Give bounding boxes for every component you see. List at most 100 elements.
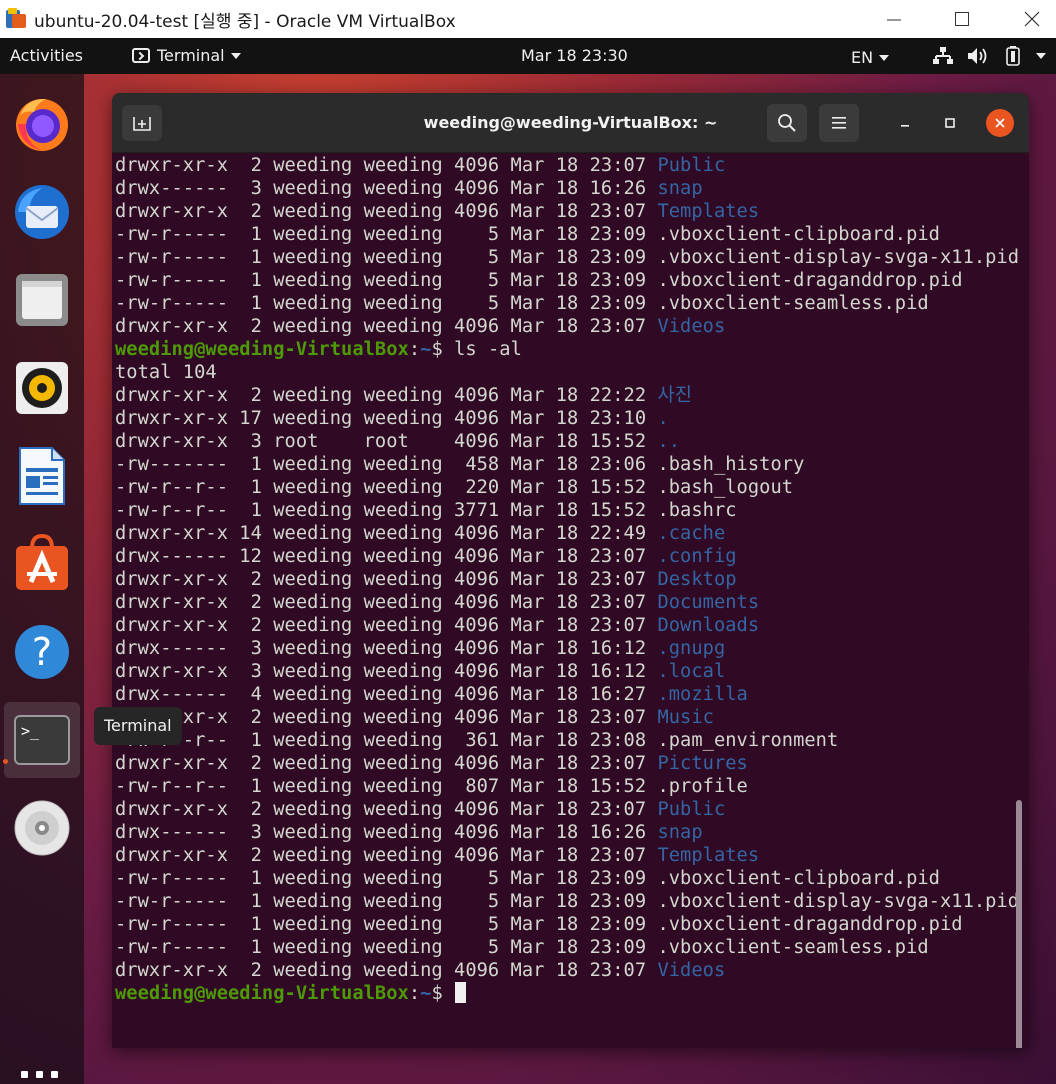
listing-dir-name: .config [657,546,737,567]
listing-attrs: drwxr-xr-x 2 weeding weeding 4096 Mar 18… [115,201,658,222]
listing-file-name: .vboxclient-seamless.pid [657,293,929,314]
listing-attrs: -rw-r----- 1 weeding weeding 5 Mar 18 23… [115,247,658,268]
listing-attrs: drwxr-xr-x 3 weeding weeding 4096 Mar 18… [115,661,658,682]
listing-attrs: drwxr-xr-x 17 weeding weeding 4096 Mar 1… [115,408,658,429]
terminal-icon: >_ [14,715,70,765]
listing-dir-name: .mozilla [657,684,748,705]
listing-dir-name: .local [657,661,726,682]
terminal-window[interactable]: weeding@weeding-VirtualBox: ~ drwxr-xr-x… [112,93,1029,1048]
prompt-line: weeding@weeding-VirtualBox:~$ [115,982,1019,1005]
dock-item-writer[interactable] [4,438,80,514]
listing-file-name: .vboxclient-display-svga-x11.pid [657,247,1020,268]
text-cursor [455,982,467,1003]
show-applications-button[interactable] [21,1071,61,1084]
listing-dir-name: Documents [657,592,760,613]
rhythmbox-icon [16,362,68,414]
listing-attrs: drwxr-xr-x 2 weeding weeding 4096 Mar 18… [115,960,658,981]
chevron-down-icon [230,52,241,59]
listing-attrs: drwxr-xr-x 2 weeding weeding 4096 Mar 18… [115,385,658,406]
listing-line: drwxr-xr-x 17 weeding weeding 4096 Mar 1… [115,407,1019,430]
volume-icon[interactable] [967,47,989,65]
listing-line: -rw-r----- 1 weeding weeding 5 Mar 18 23… [115,890,1019,913]
prompt-user: weeding@weeding-VirtualBox [115,339,409,360]
dock-item-rhythmbox[interactable] [4,350,80,426]
listing-line: drwxr-xr-x 14 weeding weeding 4096 Mar 1… [115,522,1019,545]
listing-line: drwxr-xr-x 3 weeding weeding 4096 Mar 18… [115,660,1019,683]
prompt-path: ~ [420,339,432,360]
chevron-down-icon [879,54,890,61]
files-icon [16,274,68,326]
search-button[interactable] [767,104,807,142]
svg-text:?: ? [32,630,52,674]
dock-item-terminal[interactable]: >_ [4,702,80,778]
listing-dir-name: Public [657,799,726,820]
listing-attrs: drwxr-xr-x 3 root root 4096 Mar 18 15:52 [115,431,658,452]
listing-dir-name: Desktop [657,569,737,590]
running-indicator [3,759,8,764]
input-method-button[interactable]: EN [851,48,890,67]
app-menu-button[interactable]: Terminal [132,46,241,65]
lang-label: EN [851,48,874,67]
listing-file-name: .vboxclient-display-svga-x11.pid [657,891,1020,912]
dock-item-help[interactable]: ? [4,614,80,690]
terminal-maximize-button[interactable] [935,108,965,138]
terminal-lines: drwxr-xr-x 2 weeding weeding 4096 Mar 18… [115,154,1019,1005]
listing-line: -rw-r--r-- 1 weeding weeding 220 Mar 18 … [115,476,1019,499]
activities-button[interactable]: Activities [10,46,83,65]
host-maximize-button[interactable] [934,0,990,38]
host-titlebar: ubuntu-20.04-test [실행 중] - Oracle VM Vir… [0,0,1056,38]
listing-line: -rw-r----- 1 weeding weeding 5 Mar 18 23… [115,246,1019,269]
listing-file-name: .bash_logout [657,477,794,498]
listing-attrs: -rw-r----- 1 weeding weeding 5 Mar 18 23… [115,937,658,958]
listing-line: -rw------- 1 weeding weeding 458 Mar 18 … [115,453,1019,476]
listing-line: drwx------ 4 weeding weeding 4096 Mar 18… [115,683,1019,706]
listing-attrs: drwxr-xr-x 2 weeding weeding 4096 Mar 18… [115,707,658,728]
listing-line: drwxr-xr-x 2 weeding weeding 4096 Mar 18… [115,315,1019,338]
listing-dir-name: Videos [657,316,726,337]
prompt-user: weeding@weeding-VirtualBox [115,983,409,1004]
terminal-close-button[interactable] [986,109,1014,137]
listing-dir-name: Music [657,707,714,728]
hamburger-menu-button[interactable] [819,104,859,142]
terminal-output[interactable]: drwxr-xr-x 2 weeding weeding 4096 Mar 18… [112,153,1029,1048]
dock: ? >_ [0,74,84,1084]
listing-file-name: .bashrc [657,500,737,521]
dock-item-firefox[interactable] [4,86,80,162]
listing-attrs: -rw------- 1 weeding weeding 458 Mar 18 … [115,454,658,475]
close-icon [995,118,1005,128]
prompt-path: ~ [420,983,432,1004]
host-minimize-button[interactable] [866,0,922,38]
prompt-symbol: $ [431,983,455,1004]
listing-line: drwxr-xr-x 2 weeding weeding 4096 Mar 18… [115,568,1019,591]
listing-dir-name: .cache [657,523,726,544]
dock-item-dvd[interactable] [4,790,80,866]
listing-dir-name: .gnupg [657,638,726,659]
listing-attrs: drwxr-xr-x 2 weeding weeding 4096 Mar 18… [115,799,658,820]
clock[interactable]: Mar 18 23:30 [521,46,628,65]
listing-attrs: -rw-r----- 1 weeding weeding 5 Mar 18 23… [115,914,658,935]
terminal-minimize-button[interactable] [890,108,920,138]
listing-attrs: -rw-r----- 1 weeding weeding 5 Mar 18 23… [115,891,658,912]
dock-item-thunderbird[interactable] [4,174,80,250]
terminal-scrollbar[interactable] [1016,800,1022,1048]
listing-line: -rw-r----- 1 weeding weeding 5 Mar 18 23… [115,269,1019,292]
prompt-command: ls -al [454,339,522,360]
network-icon[interactable] [933,47,953,65]
host-close-button[interactable] [1004,0,1056,38]
dock-item-files[interactable] [4,262,80,338]
gnome-topbar: Activities Terminal Mar 18 23:30 EN [0,38,1056,74]
system-menu-chevron-icon[interactable] [1036,53,1046,59]
listing-attrs: drwx------ 4 weeding weeding 4096 Mar 18… [115,684,658,705]
terminal-headerbar[interactable]: weeding@weeding-VirtualBox: ~ [112,93,1029,153]
minimize-icon [887,19,901,21]
battery-icon[interactable] [1006,46,1020,66]
listing-attrs: -rw-r--r-- 1 weeding weeding 220 Mar 18 … [115,477,658,498]
listing-attrs: drwxr-xr-x 2 weeding weeding 4096 Mar 18… [115,155,658,176]
listing-attrs: -rw-r----- 1 weeding weeding 5 Mar 18 23… [115,270,658,291]
listing-line: drwxr-xr-x 2 weeding weeding 4096 Mar 18… [115,591,1019,614]
minimize-icon [901,125,909,127]
dock-item-software[interactable] [4,526,80,602]
listing-file-name: .vboxclient-clipboard.pid [657,868,940,889]
listing-attrs: drwxr-xr-x 2 weeding weeding 4096 Mar 18… [115,615,658,636]
app-menu-label: Terminal [157,46,225,65]
